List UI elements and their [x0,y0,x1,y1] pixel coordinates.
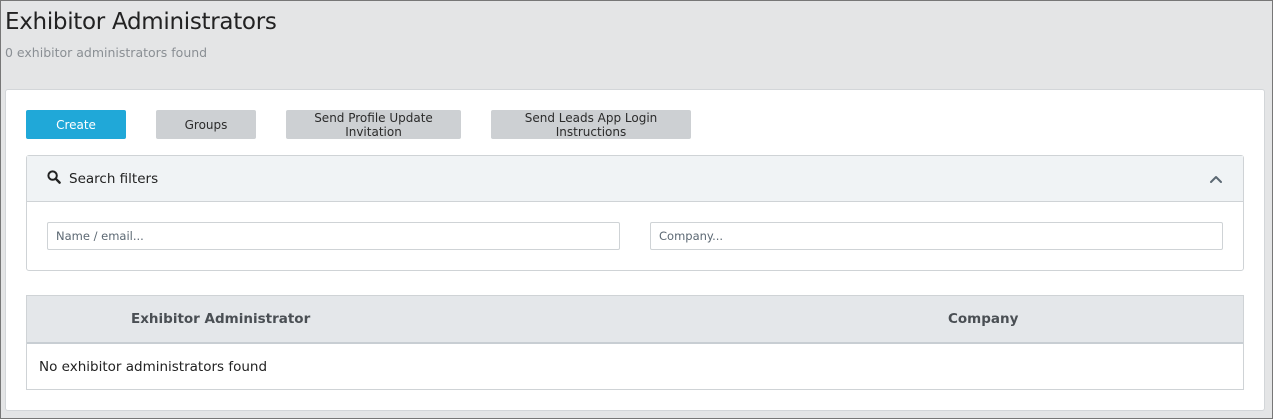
name-email-input[interactable] [47,222,620,250]
empty-state-message: No exhibitor administrators found [39,359,268,375]
column-header-exhibitor-administrator[interactable]: Exhibitor Administrator [131,311,310,327]
search-filters-card: Search filters [26,155,1244,271]
create-button[interactable]: Create [26,110,126,139]
content-panel: Create Groups Send Profile Update Invita… [5,89,1265,411]
groups-button[interactable]: Groups [156,110,256,139]
search-icon [47,169,61,188]
search-filters-header[interactable]: Search filters [27,156,1243,202]
table-header: Exhibitor Administrator Company [27,296,1243,344]
search-filters-title: Search filters [69,170,159,187]
column-header-company[interactable]: Company [948,311,1018,327]
page-title: Exhibitor Administrators [5,9,277,35]
send-leads-app-login-instructions-button[interactable]: Send Leads App Login Instructions [491,110,691,139]
results-table: Exhibitor Administrator Company No exhib… [26,295,1244,390]
results-count: 0 exhibitor administrators found [5,45,208,60]
page-header: Exhibitor Administrators 0 exhibitor adm… [5,8,277,60]
company-input[interactable] [650,222,1223,250]
chevron-up-icon[interactable] [1209,171,1223,190]
send-profile-update-invitation-button[interactable]: Send Profile Update Invitation [286,110,461,139]
